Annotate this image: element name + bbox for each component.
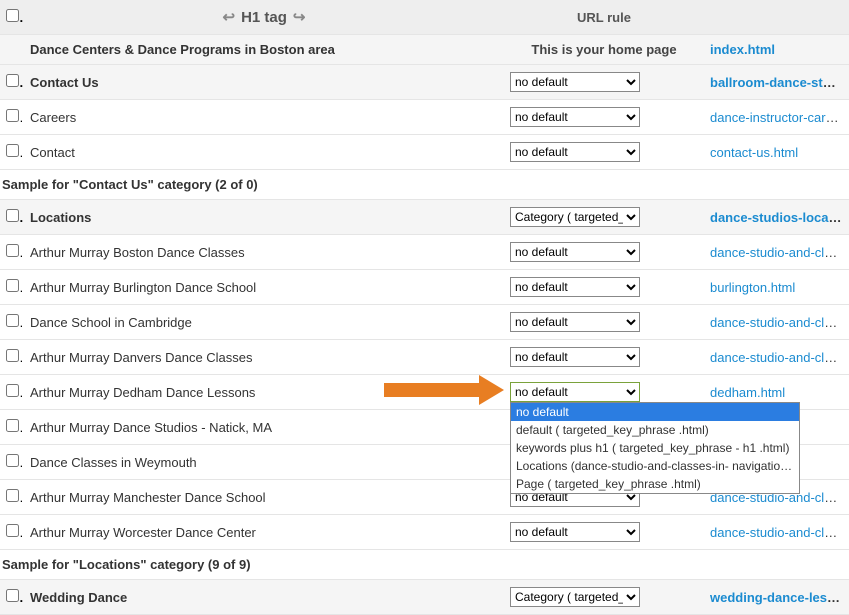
page-title: Arthur Murray Dance Studios - Natick, MA xyxy=(30,420,272,435)
column-header-rule: URL rule xyxy=(577,10,631,25)
row-checkbox[interactable] xyxy=(6,9,19,22)
url-rule-select[interactable]: no default xyxy=(510,347,640,367)
row-checkbox[interactable] xyxy=(6,524,19,537)
page-title: Dance School in Cambridge xyxy=(30,315,192,330)
page-title: Contact xyxy=(30,145,75,160)
row-checkbox[interactable] xyxy=(6,144,19,157)
row-checkbox[interactable] xyxy=(6,74,19,87)
page-title: Dance Centers & Dance Programs in Boston… xyxy=(30,42,335,57)
url-rule-select[interactable]: no default xyxy=(510,382,640,402)
url-rule-select[interactable]: no default xyxy=(510,72,640,92)
dropdown-option[interactable]: Locations (dance-studio-and-classes-in- … xyxy=(511,457,799,475)
url-link[interactable]: dance-studio-and-classes-in-worcester xyxy=(710,525,849,540)
url-rule-select[interactable]: no default xyxy=(510,522,640,542)
url-link[interactable]: wedding-dance-lessons-and-classes xyxy=(710,590,849,605)
column-header-h1: H1 tag xyxy=(241,9,287,26)
row-checkbox[interactable] xyxy=(6,454,19,467)
row-checkbox[interactable] xyxy=(6,279,19,292)
url-rule-select[interactable]: no default xyxy=(510,242,640,262)
url-rule-select[interactable]: no default xyxy=(510,277,640,297)
row-checkbox[interactable] xyxy=(6,109,19,122)
row-checkbox[interactable] xyxy=(6,419,19,432)
row-checkbox[interactable] xyxy=(6,349,19,362)
category-title: Contact Us xyxy=(30,75,99,90)
url-link[interactable]: dance-studio-and-classes-in-boston xyxy=(710,245,849,260)
home-page-label: This is your home page xyxy=(531,42,676,57)
url-rule-dropdown-list[interactable]: no defaultdefault ( targeted_key_phrase … xyxy=(510,402,800,494)
url-rule-select[interactable]: no default xyxy=(510,312,640,332)
url-link[interactable]: dedham.html xyxy=(710,385,785,400)
url-link[interactable]: index.html xyxy=(710,42,775,57)
category-title: Wedding Dance xyxy=(30,590,127,605)
url-link[interactable]: burlington.html xyxy=(710,280,795,295)
url-link[interactable]: dance-instructor-careers-in-boston xyxy=(710,110,849,125)
sample-label: Sample for "Contact Us" category (2 of 0… xyxy=(2,177,258,192)
page-title: Arthur Murray Danvers Dance Classes xyxy=(30,350,253,365)
page-title: Arthur Murray Manchester Dance School xyxy=(30,490,266,505)
row-checkbox[interactable] xyxy=(6,209,19,222)
page-title: Arthur Murray Worcester Dance Center xyxy=(30,525,256,540)
url-link[interactable]: dance-studios-locations-in-boston xyxy=(710,210,849,225)
row-checkbox[interactable] xyxy=(6,589,19,602)
dropdown-option[interactable]: no default xyxy=(511,403,799,421)
dropdown-option[interactable]: Page ( targeted_key_phrase .html) xyxy=(511,475,799,493)
row-checkbox[interactable] xyxy=(6,244,19,257)
row-checkbox[interactable] xyxy=(6,314,19,327)
page-title: Arthur Murray Burlington Dance School xyxy=(30,280,256,295)
url-link[interactable]: ballroom-dance-studios-in-boston xyxy=(710,75,849,90)
row-checkbox[interactable] xyxy=(6,489,19,502)
url-rules-table: ↩ H1 tag ↪ URL rule Dance Centers & Dance Pr… xyxy=(0,0,849,615)
url-link[interactable]: dance-studio-and-classes-in-cambridge xyxy=(710,315,849,330)
pointer-arrow xyxy=(384,375,504,405)
page-title: Arthur Murray Dedham Dance Lessons xyxy=(30,385,255,400)
url-rule-select[interactable]: no default xyxy=(510,107,640,127)
sample-label: Sample for "Locations" category (9 of 9) xyxy=(2,557,251,572)
url-rule-select[interactable]: Category ( targeted_key_phrase .html) xyxy=(510,207,640,227)
page-title: Arthur Murray Boston Dance Classes xyxy=(30,245,245,260)
undo-icon[interactable]: ↩ xyxy=(223,9,236,26)
url-rule-select[interactable]: Category ( targeted_key_phrase .html) xyxy=(510,587,640,607)
page-title: Dance Classes in Weymouth xyxy=(30,455,197,470)
dropdown-option[interactable]: keywords plus h1 ( targeted_key_phrase -… xyxy=(511,439,799,457)
url-rule-select[interactable]: no default xyxy=(510,142,640,162)
url-link[interactable]: dance-studio-and-classes-in-danvers xyxy=(710,350,849,365)
redo-icon[interactable]: ↪ xyxy=(293,9,306,26)
dropdown-option[interactable]: default ( targeted_key_phrase .html) xyxy=(511,421,799,439)
category-title: Locations xyxy=(30,210,91,225)
row-checkbox[interactable] xyxy=(6,384,19,397)
url-link[interactable]: contact-us.html xyxy=(710,145,798,160)
page-title: Careers xyxy=(30,110,76,125)
